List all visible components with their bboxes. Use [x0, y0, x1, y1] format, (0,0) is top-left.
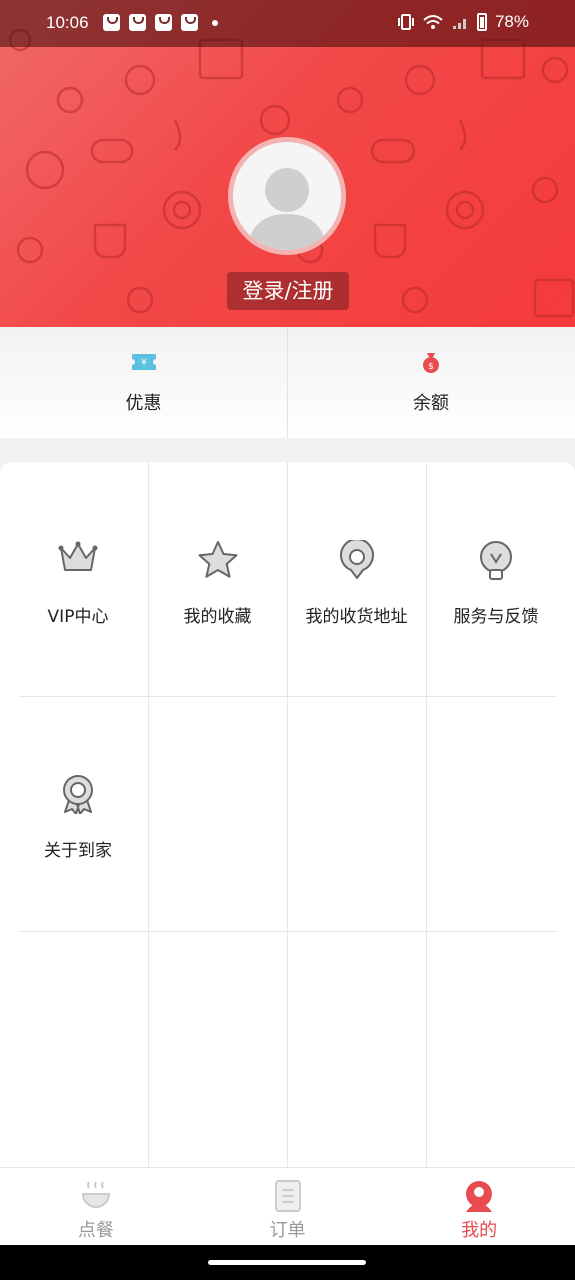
award-icon — [63, 775, 93, 814]
battery-level: 78% — [494, 12, 529, 31]
menu-item-label: 我的收藏 — [183, 607, 252, 627]
menu-item-favorites[interactable]: 我的收藏 — [148, 462, 287, 696]
menu-item-vip[interactable]: VIP中心 — [8, 462, 148, 696]
notification-bag-icon — [155, 14, 172, 31]
tab-mine[interactable]: 我的 — [383, 1168, 575, 1245]
tab-order-food[interactable]: 点餐 — [0, 1168, 192, 1245]
default-user-icon — [247, 168, 327, 250]
notification-bag-icon — [103, 14, 120, 31]
menu-item-about[interactable]: 关于到家 — [8, 696, 148, 931]
menu-item-label: 关于到家 — [44, 841, 112, 861]
tab-label: 点餐 — [77, 1220, 114, 1241]
bowl-icon — [81, 1181, 110, 1208]
status-bar: 10:06 78% — [0, 0, 575, 47]
tab-label: 订单 — [269, 1220, 306, 1241]
battery-icon — [476, 13, 487, 31]
location-icon — [339, 540, 374, 579]
money-bag-icon: $ — [423, 353, 439, 373]
quick-actions: ¥ 优惠 $ 余额 — [0, 327, 575, 438]
menu-item-label: 我的收货地址 — [305, 607, 408, 627]
gesture-bar — [0, 1245, 575, 1280]
vibrate-icon — [397, 14, 414, 30]
lightbulb-icon — [480, 541, 512, 580]
login-register-button[interactable]: 登录/注册 — [227, 272, 349, 310]
balance-label: 余额 — [413, 393, 449, 414]
notification-bag-icon — [129, 14, 146, 31]
svg-text:$: $ — [428, 362, 434, 372]
svg-text:¥: ¥ — [141, 358, 147, 368]
signal-icon — [452, 19, 466, 29]
tab-orders[interactable]: 订单 — [192, 1168, 384, 1245]
menu-item-address[interactable]: 我的收货地址 — [287, 462, 426, 696]
menu-item-label: 服务与反馈 — [453, 607, 539, 627]
star-icon — [198, 541, 237, 578]
tab-label: 我的 — [461, 1220, 498, 1241]
coupon-icon: ¥ — [131, 354, 156, 370]
coupon-label: 优惠 — [125, 393, 162, 414]
list-icon — [274, 1180, 301, 1212]
user-icon — [466, 1181, 493, 1212]
bottom-navigation: 点餐 订单 我的 — [0, 1167, 575, 1245]
avatar[interactable] — [228, 137, 346, 255]
coupon-button[interactable]: ¥ 优惠 — [0, 327, 287, 438]
menu-grid: VIP中心 我的收藏 我的收货地址 服务与反馈 关于到家 — [0, 462, 575, 1167]
crown-icon — [58, 541, 98, 571]
menu-item-label: VIP中心 — [47, 607, 109, 627]
balance-button[interactable]: $ 余额 — [287, 327, 574, 438]
more-notifications-dot-icon — [212, 20, 218, 26]
status-time: 10:06 — [46, 13, 89, 32]
home-indicator[interactable] — [208, 1260, 366, 1265]
profile-header: 10:06 78% 登录/注册 — [0, 0, 575, 327]
notification-bag-icon — [181, 14, 198, 31]
wifi-icon — [423, 15, 443, 29]
menu-item-service-feedback[interactable]: 服务与反馈 — [426, 462, 566, 696]
